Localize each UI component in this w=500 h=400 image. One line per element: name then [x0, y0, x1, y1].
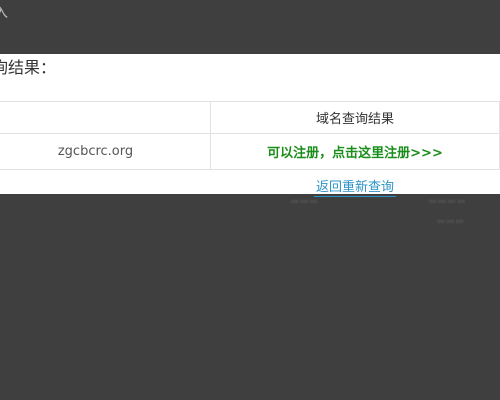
- result-table: 域名查询结果 zgcbcrc.org 可以注册，点击这里注册>>> 返回重新查询: [0, 101, 500, 202]
- footer-spacer: [0, 170, 211, 203]
- results-title: 询结果：: [0, 58, 57, 77]
- query-result-panel: 询结果： 域名查询结果 zgcbcrc.org 可以注册，点击这里注册>>> 返…: [0, 54, 500, 197]
- back-requery-link[interactable]: 返回重新查询: [313, 176, 396, 197]
- register-link[interactable]: 可以注册，点击这里注册>>>: [210, 133, 500, 170]
- top-label: 入: [0, 5, 8, 21]
- header-cell-left: [0, 101, 211, 134]
- table-row: zgcbcrc.org 可以注册，点击这里注册>>>: [0, 133, 500, 170]
- table-header-row: 域名查询结果: [0, 101, 500, 134]
- domain-cell: zgcbcrc.org: [0, 133, 211, 170]
- header-cell-result: 域名查询结果: [210, 101, 500, 134]
- footer-cell: 返回重新查询: [211, 170, 500, 203]
- background-ghost-text: ▬▬▬: [436, 216, 465, 227]
- table-footer-row: 返回重新查询: [0, 170, 500, 203]
